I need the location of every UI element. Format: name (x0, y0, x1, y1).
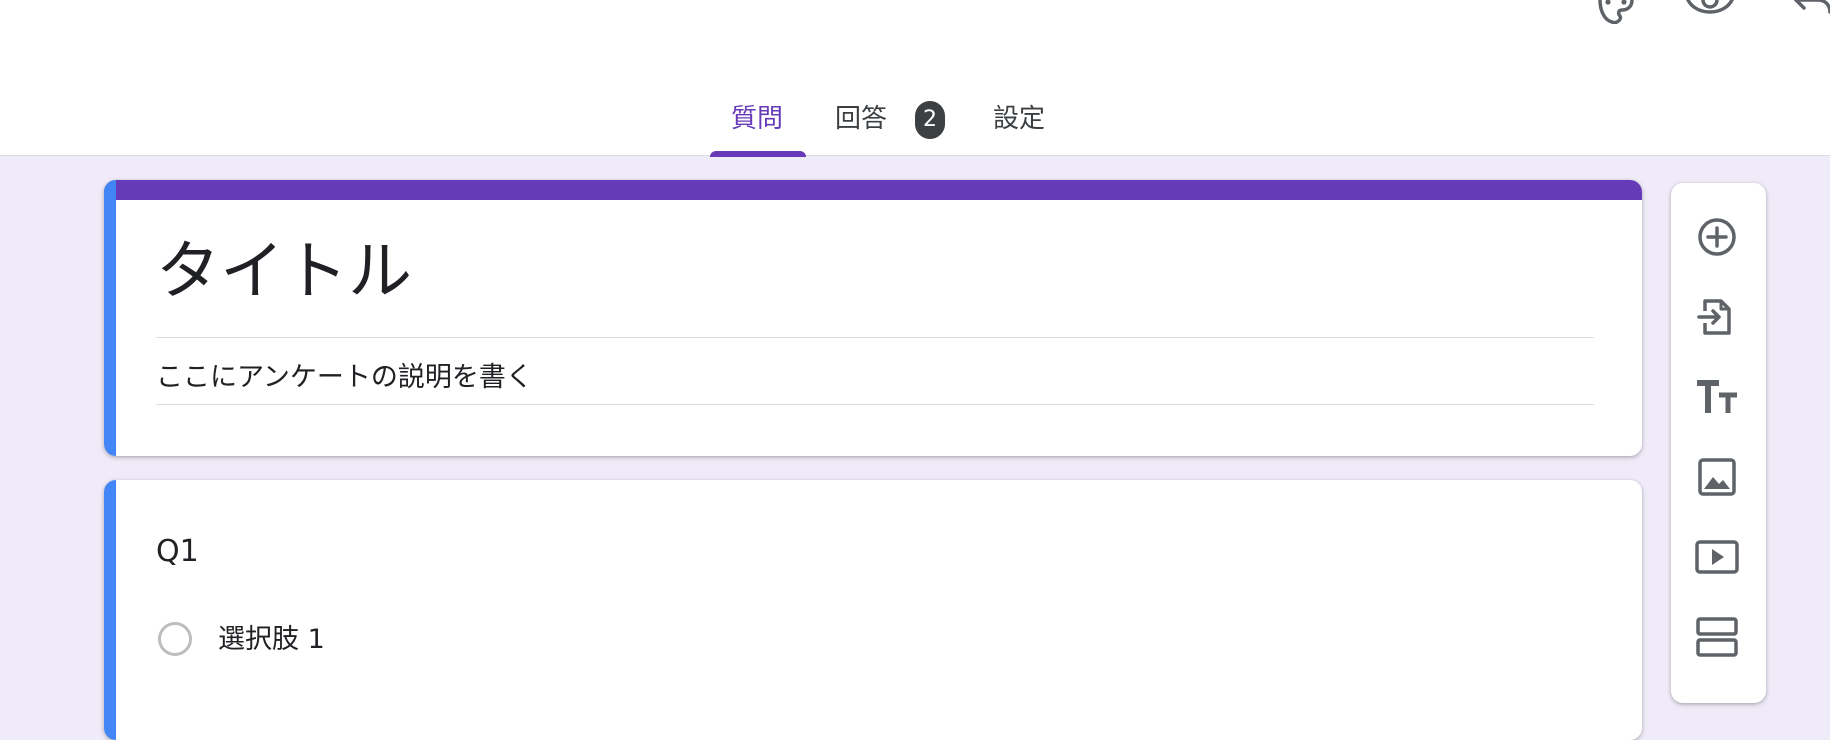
floating-toolbar (1671, 183, 1766, 703)
title-underline (156, 337, 1594, 338)
tab-responses[interactable]: 回答 2 (835, 96, 965, 156)
radio-button[interactable] (158, 622, 192, 656)
palette-icon[interactable] (1596, 0, 1636, 24)
option-label: 選択肢 1 (218, 624, 325, 655)
add-section-icon[interactable] (1693, 613, 1741, 661)
description-underline (156, 404, 1594, 405)
form-description-input[interactable]: ここにアンケートの説明を書く (156, 360, 533, 396)
add-title-icon[interactable] (1693, 373, 1741, 421)
question-title[interactable]: Q1 (156, 532, 199, 572)
form-header-bar: 質問 回答 2 設定 (0, 0, 1830, 157)
tab-responses-label: 回答 (835, 104, 888, 134)
question-card-indicator (104, 480, 116, 740)
add-video-icon[interactable] (1693, 533, 1741, 581)
responses-count-badge: 2 (915, 101, 945, 139)
undo-icon[interactable] (1792, 0, 1830, 24)
header-actions (1570, 0, 1830, 30)
form-title-input[interactable]: タイトル (156, 232, 412, 312)
tab-questions-label: 質問 (731, 104, 784, 134)
theme-accent-bar (104, 180, 1642, 200)
import-questions-icon[interactable] (1693, 293, 1741, 341)
tab-settings[interactable]: 設定 (993, 96, 1063, 156)
tab-settings-label: 設定 (993, 104, 1046, 134)
tab-questions[interactable]: 質問 (710, 96, 806, 157)
selected-card-indicator (104, 180, 116, 456)
add-question-icon[interactable] (1693, 213, 1741, 261)
form-title-card: タイトル ここにアンケートの説明を書く (104, 180, 1642, 456)
question-card[interactable]: Q1 選択肢 1 (104, 480, 1642, 740)
eye-icon[interactable] (1686, 0, 1734, 24)
add-image-icon[interactable] (1693, 453, 1741, 501)
active-tab-indicator (710, 151, 806, 157)
